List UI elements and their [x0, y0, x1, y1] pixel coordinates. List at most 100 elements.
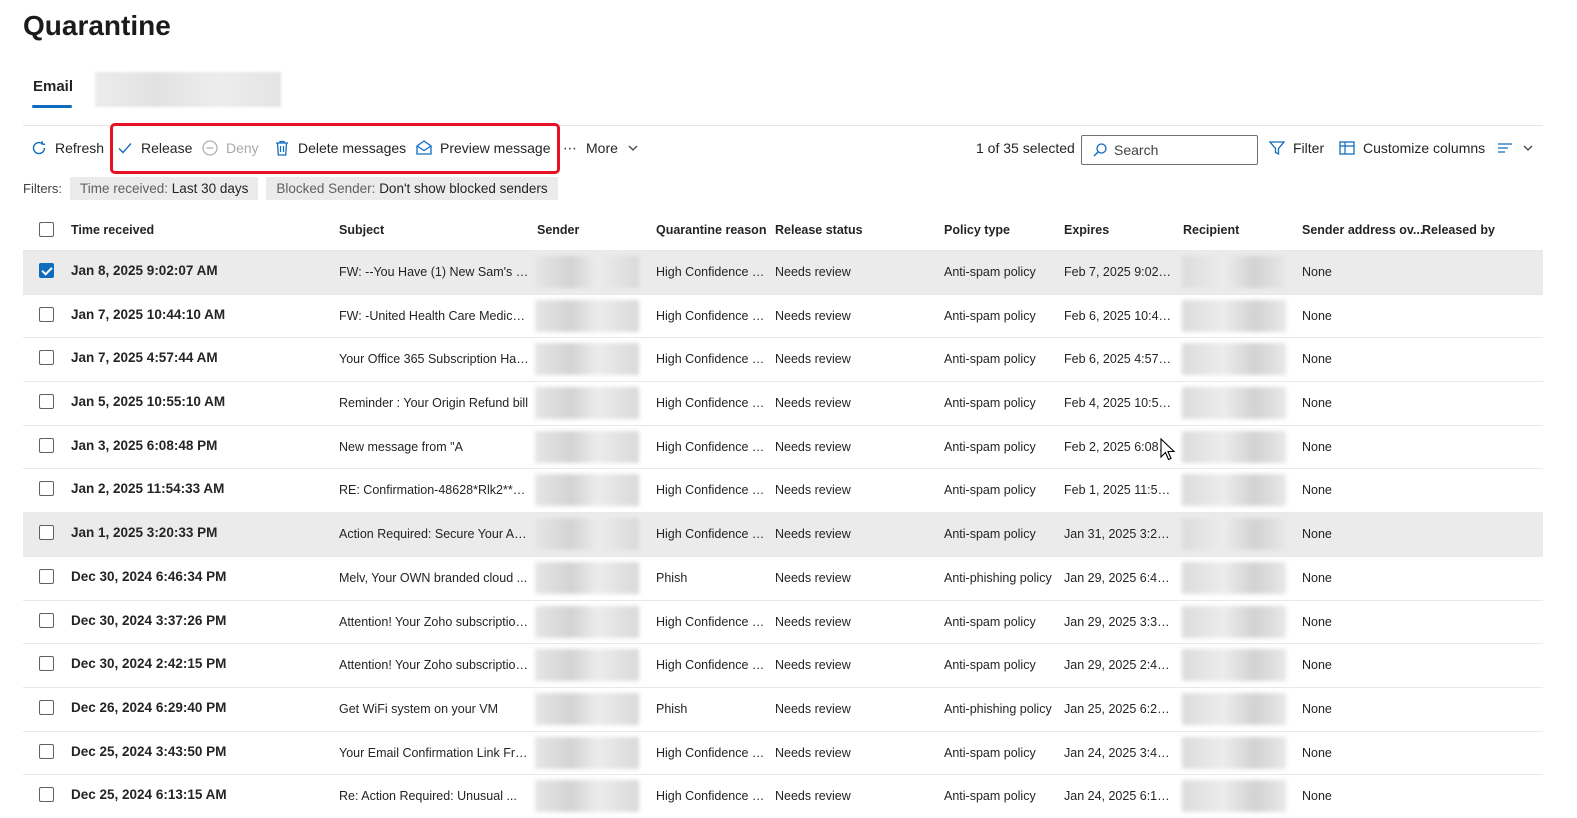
cell-policy-type: Anti-spam policy [944, 439, 1036, 454]
column-header-expires[interactable]: Expires [1064, 223, 1109, 237]
row-checkbox[interactable] [39, 350, 54, 366]
table-row[interactable]: Jan 8, 2025 9:02:07 AM FW: --You Have (1)… [23, 250, 1543, 294]
cell-quarantine-reason: High Confidence P... [656, 352, 768, 367]
table-row[interactable]: Dec 26, 2024 6:29:40 PM Get WiFi system o… [23, 686, 1543, 731]
row-checkbox[interactable] [39, 787, 54, 803]
recipient-redacted [1182, 518, 1286, 551]
table-row[interactable]: Dec 30, 2024 6:46:34 PM Melv, Your OWN br… [23, 555, 1543, 600]
sender-redacted [535, 518, 639, 551]
cell-release-status: Needs review [775, 396, 851, 411]
column-header-subject[interactable]: Subject [339, 223, 384, 237]
cell-quarantine-reason: High Confidence P... [656, 658, 768, 673]
row-checkbox[interactable] [39, 656, 54, 672]
cell-expires: Jan 29, 2025 6:46:3... [1064, 570, 1174, 585]
cell-release-status: Needs review [775, 745, 851, 760]
filter-chip-blocked-sender[interactable]: Blocked Sender: Don't show blocked sende… [266, 176, 558, 200]
cell-release-status: Needs review [775, 308, 851, 323]
customize-columns-icon [1339, 141, 1355, 155]
search-input[interactable]: Search [1081, 135, 1258, 165]
table-row[interactable]: Dec 30, 2024 2:42:15 PM Attention! Your Z… [23, 643, 1543, 687]
more-button[interactable]: ⋯ More [563, 131, 647, 165]
recipient-redacted [1182, 256, 1286, 288]
row-checkbox[interactable] [39, 568, 54, 584]
select-all-checkbox[interactable] [39, 222, 54, 237]
tab-redacted[interactable] [95, 72, 281, 107]
table-row[interactable]: Jan 5, 2025 10:55:10 AM Reminder : Your O… [23, 381, 1543, 425]
cell-expires: Jan 29, 2025 3:37:2... [1064, 614, 1174, 629]
table-row[interactable]: Dec 25, 2024 6:13:15 AM Re: Action Requir… [23, 774, 1543, 818]
row-checkbox[interactable] [39, 263, 54, 278]
cell-time-received: Dec 30, 2024 2:42:15 PM [71, 656, 227, 672]
row-checkbox[interactable] [39, 743, 54, 759]
table-row[interactable]: Jan 3, 2025 6:08:48 PM New message from "… [23, 424, 1543, 469]
cell-subject: RE: Confirmation-48628*Rlk2**-wt... [339, 483, 529, 498]
selection-count: 1 of 35 selected [976, 140, 1075, 156]
cell-expires: Jan 24, 2025 6:13:1... [1064, 789, 1174, 804]
tab-email[interactable]: Email [33, 78, 73, 95]
cell-release-status: Needs review [775, 658, 851, 673]
row-checkbox[interactable] [39, 525, 54, 541]
table-row[interactable]: Jan 7, 2025 4:57:44 AM Your Office 365 Su… [23, 337, 1543, 381]
cell-expires: Feb 2, 2025 6:08:48... [1064, 439, 1174, 454]
cell-sender-override: None [1302, 352, 1332, 367]
refresh-button[interactable]: Refresh [30, 131, 104, 165]
cell-release-status: Needs review [775, 439, 851, 454]
chip-value: Last 30 days [171, 180, 249, 196]
cell-release-status: Needs review [775, 483, 851, 498]
cell-expires: Jan 31, 2025 3:20:3... [1064, 527, 1174, 542]
row-checkbox[interactable] [39, 699, 54, 715]
cell-sender-override: None [1302, 396, 1332, 411]
table-body: Jan 8, 2025 9:02:07 AM FW: --You Have (1)… [23, 250, 1543, 818]
cell-policy-type: Anti-spam policy [944, 789, 1036, 804]
cell-release-status: Needs review [775, 570, 851, 585]
cell-policy-type: Anti-phishing policy [944, 701, 1052, 716]
table-row[interactable]: Jan 1, 2025 3:20:33 PM Action Required: S… [23, 512, 1543, 556]
view-options-button[interactable] [1496, 131, 1542, 165]
row-checkbox[interactable] [39, 437, 54, 453]
cell-sender-override: None [1302, 789, 1332, 804]
sender-redacted [535, 649, 639, 682]
table-row[interactable]: Jan 7, 2025 10:44:10 AM FW: -United Healt… [23, 293, 1543, 338]
cell-time-received: Jan 1, 2025 3:20:33 PM [71, 525, 218, 541]
column-header-sender[interactable]: Sender [537, 223, 579, 237]
cell-expires: Jan 25, 2025 6:29:4... [1064, 701, 1174, 716]
sender-redacted [535, 256, 639, 288]
more-label: More [586, 140, 618, 156]
cell-policy-type: Anti-spam policy [944, 352, 1036, 367]
cell-sender-override: None [1302, 308, 1332, 323]
cell-subject: Your Email Confirmation Link Fro... [339, 745, 529, 760]
cell-time-received: Jan 8, 2025 9:02:07 AM [71, 263, 218, 278]
cell-expires: Jan 29, 2025 2:42:1... [1064, 658, 1174, 673]
filter-chip-time-received[interactable]: Time received: Last 30 days [70, 176, 259, 200]
column-header-recipient[interactable]: Recipient [1183, 223, 1239, 237]
cell-sender-override: None [1302, 570, 1332, 585]
customize-columns-button[interactable]: Customize columns [1338, 131, 1485, 165]
row-checkbox[interactable] [39, 306, 54, 322]
cell-expires: Feb 6, 2025 10:44:1... [1064, 308, 1174, 323]
column-header-policy[interactable]: Policy type [944, 223, 1010, 237]
annotation-highlight-box [110, 123, 560, 174]
row-checkbox[interactable] [39, 394, 54, 410]
table-row[interactable]: Dec 25, 2024 3:43:50 PM Your Email Confir… [23, 730, 1543, 775]
row-checkbox[interactable] [39, 612, 54, 628]
cell-quarantine-reason: Phish [656, 570, 688, 585]
cell-quarantine-reason: Phish [656, 701, 688, 716]
quarantine-table: Time received Subject Sender Quarantine … [23, 210, 1543, 818]
table-header: Time received Subject Sender Quarantine … [23, 210, 1543, 250]
row-checkbox[interactable] [39, 481, 54, 497]
table-row[interactable]: Jan 2, 2025 11:54:33 AM RE: Confirmation-… [23, 468, 1543, 512]
table-row[interactable]: Dec 30, 2024 3:37:26 PM Attention! Your Z… [23, 599, 1543, 644]
cell-subject: FW: -United Health Care Medicare... [339, 308, 529, 323]
cell-release-status: Needs review [775, 789, 851, 804]
column-header-sender-override[interactable]: Sender address ov... [1302, 223, 1423, 237]
sender-redacted [535, 430, 639, 463]
column-header-time[interactable]: Time received [71, 223, 154, 237]
page-title: Quarantine [23, 10, 171, 41]
list-view-icon [1498, 143, 1512, 153]
filter-button[interactable]: Filter [1268, 131, 1324, 165]
column-header-status[interactable]: Release status [775, 223, 863, 237]
column-header-reason[interactable]: Quarantine reason [656, 223, 766, 237]
tab-bar: Email [23, 70, 1543, 112]
cell-time-received: Dec 26, 2024 6:29:40 PM [71, 699, 227, 715]
column-header-released-by[interactable]: Released by [1422, 223, 1495, 237]
